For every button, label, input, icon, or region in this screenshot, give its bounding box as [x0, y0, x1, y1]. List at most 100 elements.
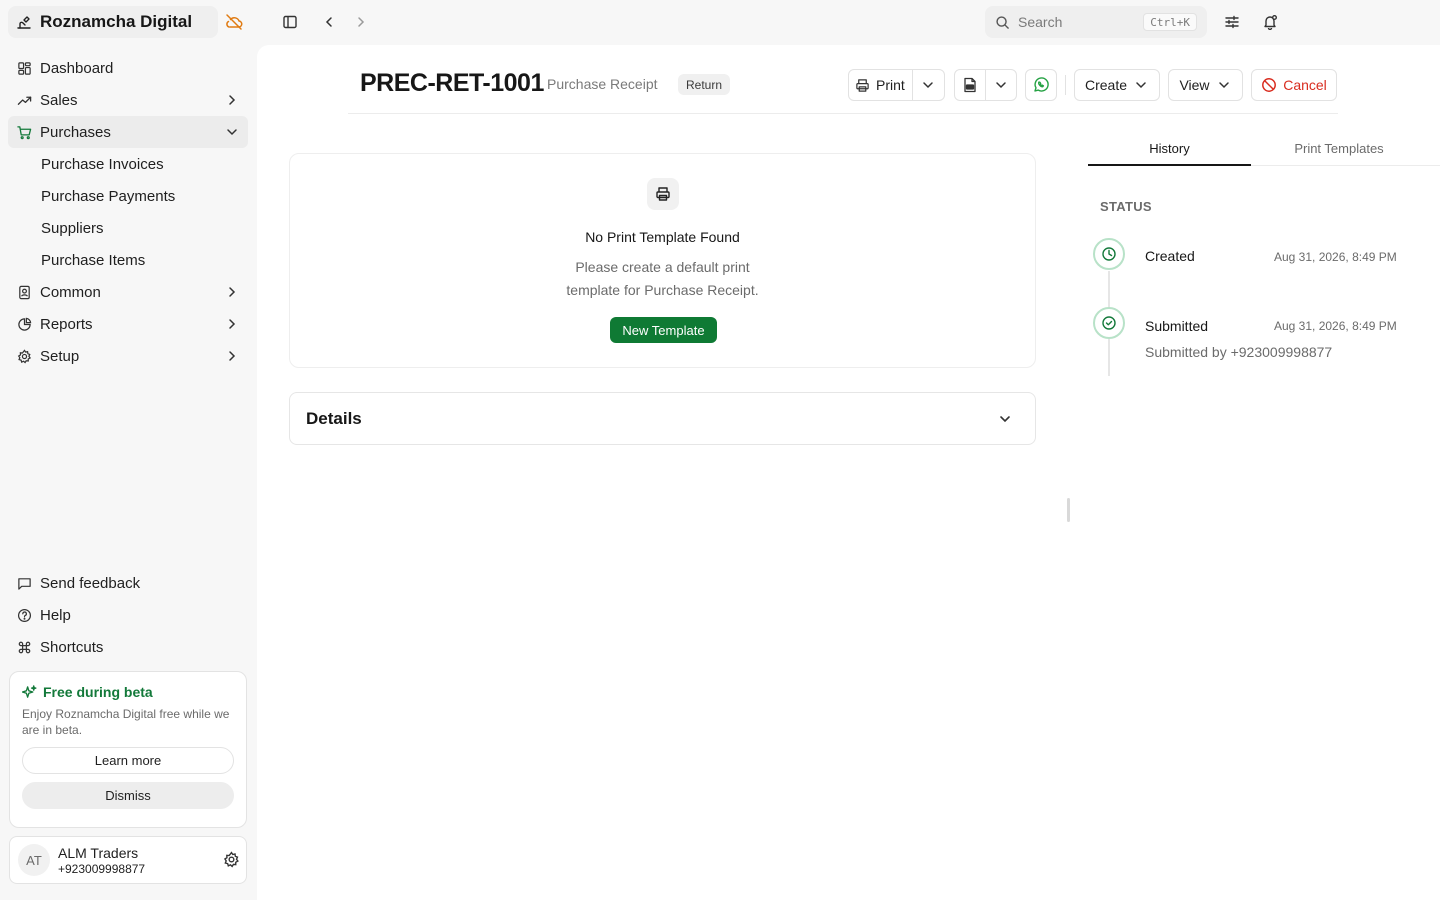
workspace-switcher[interactable]: Roznamcha Digital	[8, 6, 218, 38]
send-feedback-link[interactable]: Send feedback	[8, 567, 248, 599]
contact-book-icon	[16, 284, 32, 300]
sidebar-item-common[interactable]: Common	[8, 276, 248, 308]
brand-logo-icon	[16, 14, 32, 30]
sidebar-item-label: Purchase Payments	[41, 187, 176, 205]
sidebar-item-dashboard[interactable]: Dashboard	[8, 52, 248, 84]
sidebar-toggle-icon[interactable]	[282, 14, 298, 30]
pie-chart-icon	[16, 316, 32, 332]
empty-state-title: No Print Template Found	[585, 229, 740, 245]
beta-description: Enjoy Roznamcha Digital free while we ar…	[22, 707, 230, 737]
cancel-button-label: Cancel	[1283, 77, 1327, 93]
status-section-label: STATUS	[1100, 199, 1152, 214]
back-arrow-icon[interactable]	[321, 14, 337, 30]
ban-icon	[1261, 77, 1277, 93]
pdf-file-icon[interactable]	[962, 77, 978, 93]
shortcuts-label: Shortcuts	[40, 638, 104, 656]
sidebar-item-suppliers[interactable]: Suppliers	[8, 212, 248, 244]
header-divider	[348, 113, 1338, 114]
timeline-submitted-time: Aug 31, 2026, 8:49 PM	[1274, 319, 1397, 333]
new-template-button[interactable]: New Template	[610, 317, 717, 343]
sidebar-item-purchase-payments[interactable]: Purchase Payments	[8, 180, 248, 212]
split-divider	[912, 70, 913, 100]
printer-icon	[647, 178, 679, 210]
printer-icon	[855, 78, 870, 93]
create-dropdown-button[interactable]: Create	[1074, 69, 1160, 101]
command-icon	[16, 639, 32, 655]
sidebar-item-label: Setup	[40, 347, 80, 365]
shopping-cart-icon	[16, 124, 32, 140]
trending-up-icon	[16, 92, 32, 108]
chevron-down-icon	[1216, 77, 1232, 93]
sidebar: Roznamcha Digital Dashboard Sales Purcha…	[0, 0, 256, 900]
user-phone: +923009998877	[58, 861, 146, 876]
sidebar-nav: Dashboard Sales Purchases Purchase Invoi…	[8, 52, 248, 372]
sidebar-item-purchase-items[interactable]: Purchase Items	[8, 244, 248, 276]
avatar: AT	[18, 844, 50, 876]
sidebar-item-label: Purchase Items	[41, 251, 146, 269]
shortcuts-link[interactable]: Shortcuts	[8, 631, 248, 663]
chevron-down-icon	[997, 411, 1013, 427]
sidebar-item-label: Dashboard	[40, 59, 114, 77]
toolbar-separator	[1065, 75, 1066, 95]
sidebar-item-purchase-invoices[interactable]: Purchase Invoices	[8, 148, 248, 180]
user-profile[interactable]: AT ALM Traders +923009998877	[9, 836, 247, 884]
whatsapp-button[interactable]	[1025, 69, 1057, 101]
sidebar-item-label: Purchases	[40, 123, 111, 141]
message-square-icon	[16, 575, 32, 591]
view-button-label: View	[1179, 77, 1210, 93]
timeline-submitted-title: Submitted	[1145, 318, 1209, 334]
document-type: Purchase Receipt	[547, 76, 658, 92]
print-button-label[interactable]: Print	[876, 77, 905, 93]
dismiss-button[interactable]: Dismiss	[22, 782, 234, 809]
tab-print-templates[interactable]: Print Templates	[1259, 141, 1419, 156]
tab-history[interactable]: History	[1088, 141, 1251, 156]
sidebar-item-sales[interactable]: Sales	[8, 84, 248, 116]
chevron-down-icon	[224, 124, 240, 140]
sidebar-item-setup[interactable]: Setup	[8, 340, 248, 372]
whatsapp-icon	[1032, 76, 1050, 94]
pdf-split-button	[954, 69, 1017, 101]
cancel-button[interactable]: Cancel	[1251, 69, 1337, 101]
create-button-label: Create	[1084, 77, 1128, 93]
timeline-created-title: Created	[1145, 248, 1195, 264]
print-options-chevron-icon[interactable]	[920, 77, 936, 93]
details-section-header[interactable]: Details	[289, 392, 1036, 445]
main-panel: PREC-RET-1001 Purchase Receipt Return Pr…	[257, 45, 1440, 900]
forward-arrow-icon[interactable]	[353, 14, 369, 30]
settings-gear-icon[interactable]	[223, 851, 240, 868]
sidebar-item-purchases[interactable]: Purchases	[8, 116, 248, 148]
view-dropdown-button[interactable]: View	[1168, 69, 1243, 101]
beta-banner: Free during beta Enjoy Roznamcha Digital…	[9, 671, 247, 828]
empty-state-description-line: Please create a default print	[575, 259, 750, 275]
empty-state-description-line: template for Purchase Receipt.	[566, 282, 759, 298]
sidebar-item-label: Purchase Invoices	[41, 155, 164, 173]
print-preview-card: No Print Template Found Please create a …	[289, 153, 1036, 368]
sidebar-item-reports[interactable]: Reports	[8, 308, 248, 340]
chevron-down-icon	[1133, 77, 1149, 93]
beta-title: Free during beta	[43, 684, 153, 700]
bell-icon[interactable]	[1262, 14, 1278, 30]
sidebar-bottom-links: Send feedback Help Shortcuts	[8, 567, 248, 663]
chevron-right-icon	[224, 316, 240, 332]
cloud-offline-icon[interactable]	[224, 12, 244, 32]
search-shortcut-badge: Ctrl+K	[1143, 13, 1197, 31]
help-circle-icon	[16, 607, 32, 623]
sidebar-item-label: Common	[40, 283, 101, 301]
help-link[interactable]: Help	[8, 599, 248, 631]
sparkles-icon	[22, 684, 37, 700]
pdf-options-chevron-icon[interactable]	[993, 77, 1009, 93]
split-divider	[985, 70, 986, 100]
gear-icon	[16, 348, 32, 364]
empty-state-description: Please create a default print template f…	[290, 256, 1035, 302]
timeline-submitted-by: Submitted by +923009998877	[1145, 344, 1333, 360]
page-title: PREC-RET-1001	[360, 69, 544, 97]
search-bar[interactable]: Search Ctrl+K	[985, 6, 1207, 38]
panel-resize-handle[interactable]	[1067, 498, 1070, 522]
active-tab-indicator	[1088, 164, 1251, 166]
sliders-icon[interactable]	[1224, 14, 1240, 30]
details-title: Details	[306, 408, 362, 428]
sidebar-item-label: Reports	[40, 315, 93, 333]
learn-more-button[interactable]: Learn more	[22, 747, 234, 774]
chevron-right-icon	[224, 92, 240, 108]
sidebar-item-label: Sales	[40, 91, 78, 109]
